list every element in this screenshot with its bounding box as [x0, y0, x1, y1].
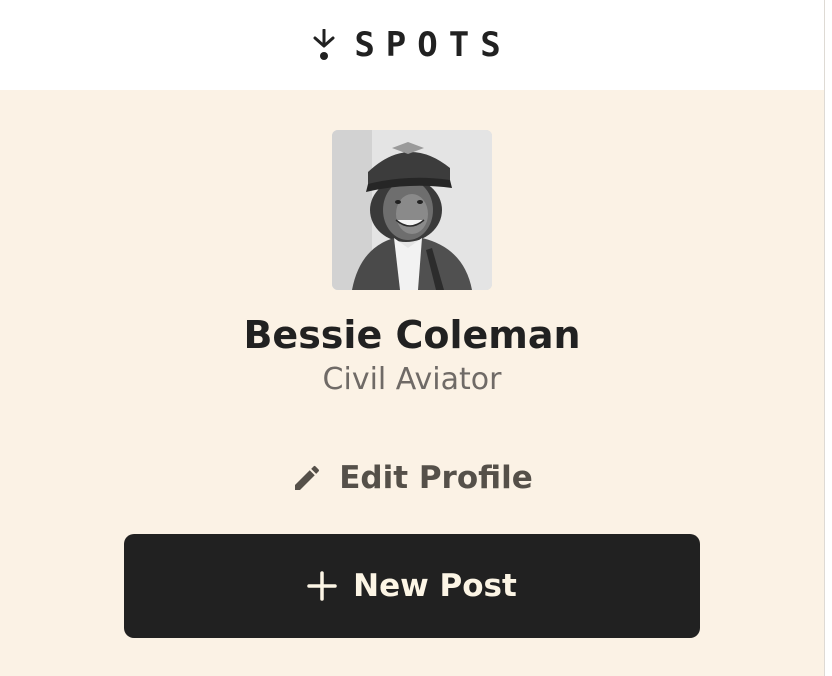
profile-name: Bessie Coleman: [243, 313, 581, 357]
logo-text: SPOTS: [354, 25, 512, 65]
avatar-photo: [332, 130, 492, 290]
profile-description: Civil Aviator: [322, 362, 502, 397]
pencil-icon: [295, 465, 320, 490]
new-post-label: New Post: [353, 568, 517, 604]
plus-icon: [307, 571, 337, 601]
down-arrow-dot-icon: [313, 29, 335, 60]
avatar: [332, 130, 492, 290]
new-post-button[interactable]: New Post: [124, 534, 700, 638]
profile-section: Bessie Coleman Civil Aviator Edit Profil…: [0, 90, 824, 676]
page: SPOTS Bessie Coleman Civil Aviator Edit …: [0, 0, 832, 676]
spots-logo[interactable]: SPOTS: [312, 28, 511, 62]
site-header: SPOTS: [0, 0, 824, 90]
scrollbar-track[interactable]: [824, 0, 832, 676]
edit-profile-button[interactable]: Edit Profile: [290, 452, 534, 504]
edit-profile-label: Edit Profile: [339, 460, 533, 496]
